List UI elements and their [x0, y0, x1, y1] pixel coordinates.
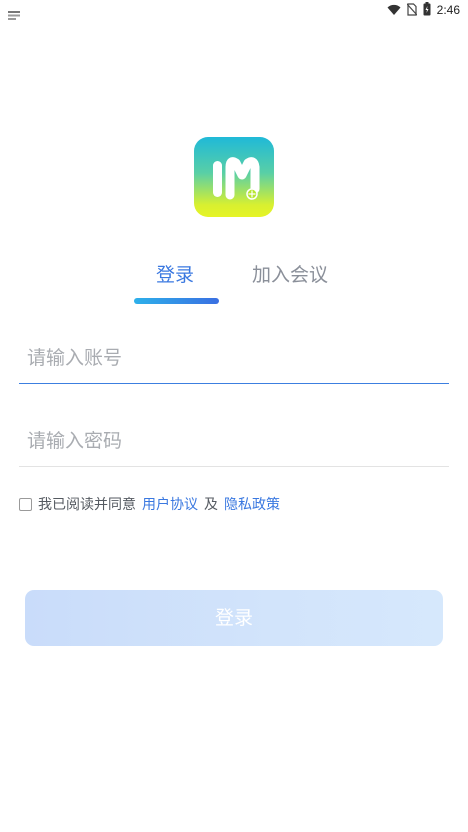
user-agreement-link[interactable]: 用户协议 [142, 494, 198, 514]
app-logo-icon [194, 137, 274, 217]
password-field [19, 416, 449, 467]
login-button[interactable]: 登录 [25, 590, 443, 646]
battery-icon [423, 1, 431, 20]
status-time: 2:46 [436, 3, 460, 17]
password-input[interactable] [19, 416, 449, 466]
agreement-prefix: 我已阅读并同意 [38, 497, 136, 513]
agreement-and: 及 [204, 497, 218, 513]
privacy-policy-link[interactable]: 隐私政策 [224, 494, 280, 514]
active-tab-indicator [134, 298, 219, 304]
no-sim-icon [406, 1, 418, 20]
account-field [19, 333, 449, 384]
wifi-icon [387, 1, 401, 20]
login-screen: 2:46 登录 加入会议 我已阅读并同意 用户协议 及 隐私政策 登录 [0, 0, 468, 832]
tab-join-meeting[interactable]: 加入会议 [252, 262, 328, 288]
agreement-checkbox[interactable] [19, 497, 32, 511]
status-icons: 2:46 [387, 1, 460, 20]
notification-icon [8, 5, 20, 20]
tab-login[interactable]: 登录 [156, 262, 194, 288]
status-bar: 2:46 [0, 0, 468, 20]
account-input[interactable] [19, 333, 449, 383]
agreement-row: 我已阅读并同意 用户协议 及 隐私政策 [19, 494, 286, 514]
